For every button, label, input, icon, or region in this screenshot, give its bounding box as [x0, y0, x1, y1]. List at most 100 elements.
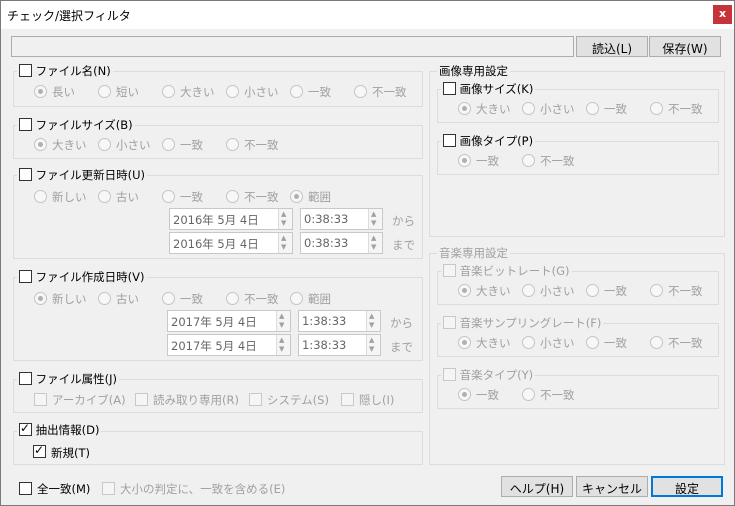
file-modified-radio-3[interactable]: [226, 190, 239, 203]
attr-checkbox-3[interactable]: [341, 393, 354, 406]
image-type-header: 画像タイプ(P): [441, 133, 536, 149]
window-title: チェック/選択フィルタ: [7, 9, 131, 23]
file-name-radio-3[interactable]: [226, 85, 239, 98]
file-created-radio-0[interactable]: [34, 292, 47, 305]
file-size-header: ファイルサイズ(B): [17, 117, 135, 133]
music-bitrate-radio-2[interactable]: [586, 284, 599, 297]
music-sampling-radio-3[interactable]: [650, 336, 663, 349]
file-name-radio-2[interactable]: [162, 85, 175, 98]
ok-button[interactable]: 設定: [651, 476, 723, 497]
file-name-option-label: 長い: [52, 85, 75, 99]
file-name-radio-0[interactable]: [34, 85, 47, 98]
image-type-radio-0[interactable]: [458, 154, 471, 167]
file-modified-option-label: 範囲: [308, 190, 331, 204]
image-type-checkbox[interactable]: [443, 134, 456, 147]
created-to-time[interactable]: 1:38:33 ▲ ▼: [298, 334, 381, 356]
image-size-radio-1[interactable]: [522, 102, 535, 115]
help-button[interactable]: ヘルプ(H): [501, 476, 573, 497]
file-size-checkbox[interactable]: [19, 118, 32, 131]
image-type-option-label: 一致: [476, 154, 499, 168]
save-button[interactable]: 保存(W): [649, 36, 721, 57]
modified-from-time[interactable]: 0:38:33 ▲ ▼: [300, 208, 383, 230]
spin-buttons[interactable]: ▲ ▼: [366, 335, 380, 355]
spin-buttons[interactable]: ▲ ▼: [368, 209, 382, 229]
file-size-option-label: 大きい: [52, 138, 87, 152]
filter-text-field[interactable]: [11, 36, 574, 57]
image-size-checkbox[interactable]: [443, 82, 456, 95]
file-created-radio-4[interactable]: [290, 292, 303, 305]
spin-buttons[interactable]: ▲ ▼: [278, 233, 292, 253]
extract-label: 抽出情報(D): [35, 423, 100, 437]
created-from-time[interactable]: 1:38:33 ▲ ▼: [298, 310, 381, 332]
file-modified-radio-1[interactable]: [98, 190, 111, 203]
image-size-radio-3[interactable]: [650, 102, 663, 115]
cancel-button[interactable]: キャンセル: [576, 476, 648, 497]
created-from-time-value: 1:38:33: [302, 314, 347, 328]
music-type-header: 音楽タイプ(Y): [441, 367, 536, 383]
close-button[interactable]: x: [713, 5, 732, 24]
music-type-radio-1[interactable]: [522, 388, 535, 401]
file-attr-checkbox[interactable]: [19, 372, 32, 385]
file-size-label: ファイルサイズ(B): [35, 118, 133, 132]
modified-to-date[interactable]: 2016年 5月 4日 ▲ ▼: [169, 232, 293, 254]
attr-checkbox-0[interactable]: [34, 393, 47, 406]
file-created-checkbox[interactable]: [19, 270, 32, 283]
music-type-radio-0[interactable]: [458, 388, 471, 401]
image-type-radio-1[interactable]: [522, 154, 535, 167]
music-bitrate-option-label: 大きい: [476, 284, 511, 298]
created-to-time-value: 1:38:33: [302, 338, 347, 352]
file-name-radio-4[interactable]: [290, 85, 303, 98]
spin-buttons[interactable]: ▲ ▼: [368, 233, 382, 253]
file-created-radio-1[interactable]: [98, 292, 111, 305]
file-modified-header: ファイル更新日時(U): [17, 167, 148, 183]
image-settings-title: 画像専用設定: [437, 63, 510, 79]
created-to-date[interactable]: 2017年 5月 4日 ▲ ▼: [167, 334, 291, 356]
music-sampling-option-label: 大きい: [476, 336, 511, 350]
file-size-radio-2[interactable]: [162, 138, 175, 151]
image-size-radio-0[interactable]: [458, 102, 471, 115]
file-size-radio-1[interactable]: [98, 138, 111, 151]
spin-buttons[interactable]: ▲ ▼: [278, 209, 292, 229]
file-modified-checkbox[interactable]: [19, 168, 32, 181]
case-checkbox[interactable]: [102, 482, 115, 495]
image-size-radio-2[interactable]: [586, 102, 599, 115]
music-type-label: 音楽タイプ(Y): [459, 368, 534, 382]
music-bitrate-radio-3[interactable]: [650, 284, 663, 297]
new-checkbox[interactable]: [33, 443, 46, 458]
file-name-radio-1[interactable]: [98, 85, 111, 98]
music-bitrate-radio-0[interactable]: [458, 284, 471, 297]
modified-from-date[interactable]: 2016年 5月 4日 ▲ ▼: [169, 208, 293, 230]
spin-buttons[interactable]: ▲ ▼: [366, 311, 380, 331]
file-created-radio-2[interactable]: [162, 292, 175, 305]
file-created-radio-3[interactable]: [226, 292, 239, 305]
file-modified-radio-2[interactable]: [162, 190, 175, 203]
all-match-label: 全一致(M): [37, 482, 91, 496]
modified-to-time[interactable]: 0:38:33 ▲ ▼: [300, 232, 383, 254]
file-modified-radio-4[interactable]: [290, 190, 303, 203]
spin-buttons[interactable]: ▲ ▼: [276, 311, 290, 331]
music-sampling-checkbox[interactable]: [443, 316, 456, 329]
music-sampling-radio-2[interactable]: [586, 336, 599, 349]
music-type-checkbox[interactable]: [443, 368, 456, 381]
file-name-option-label: 小さい: [244, 85, 279, 99]
read-button[interactable]: 読込(L): [576, 36, 648, 57]
music-bitrate-radio-1[interactable]: [522, 284, 535, 297]
music-bitrate-checkbox[interactable]: [443, 264, 456, 277]
attr-checkbox-1[interactable]: [135, 393, 148, 406]
file-size-radio-3[interactable]: [226, 138, 239, 151]
image-size-header: 画像サイズ(K): [441, 81, 536, 97]
music-sampling-radio-1[interactable]: [522, 336, 535, 349]
music-sampling-radio-0[interactable]: [458, 336, 471, 349]
file-modified-radio-0[interactable]: [34, 190, 47, 203]
file-name-radio-5[interactable]: [354, 85, 367, 98]
file-size-option-label: 一致: [180, 138, 203, 152]
created-from-date[interactable]: 2017年 5月 4日 ▲ ▼: [167, 310, 291, 332]
file-size-radio-0[interactable]: [34, 138, 47, 151]
file-name-checkbox[interactable]: [19, 64, 32, 77]
all-match-checkbox[interactable]: [19, 482, 32, 495]
extract-checkbox[interactable]: [19, 421, 32, 436]
attr-checkbox-2[interactable]: [249, 393, 262, 406]
range-caption: まで: [390, 340, 413, 354]
music-type-option-label: 一致: [476, 388, 499, 402]
spin-buttons[interactable]: ▲ ▼: [276, 335, 290, 355]
